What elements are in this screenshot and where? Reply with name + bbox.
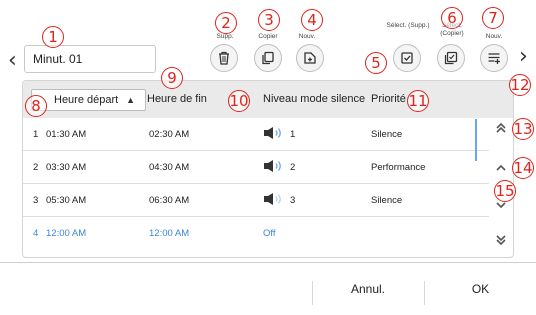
row-level: 3 (290, 195, 296, 206)
ok-button[interactable]: OK (425, 263, 536, 315)
speaker-icon (263, 192, 285, 209)
row-end-time: 04:30 AM (149, 162, 190, 173)
chevron-right-icon[interactable]: › (519, 46, 528, 68)
add-list-icon (488, 53, 500, 64)
new-label: Nouv. (298, 33, 316, 40)
table-header: Heure départ ▲ Heure de fin Niveau mode … (23, 81, 513, 118)
double-down-icon[interactable] (491, 233, 511, 253)
annotation-marker-4: 4 (301, 9, 323, 31)
copy-button[interactable] (254, 44, 282, 72)
row-level: 2 (290, 162, 296, 173)
select-delete-icon (401, 52, 413, 64)
copy-label: Copier (258, 33, 278, 40)
chevron-left-icon[interactable]: ‹ (8, 50, 17, 72)
row-priority: Silence (371, 195, 403, 206)
double-up-icon[interactable] (491, 121, 511, 141)
annotation-marker-5: 5 (365, 52, 387, 74)
cancel-button[interactable]: Annul. (313, 263, 423, 315)
row-level: Off (263, 228, 276, 239)
scroll-indicator[interactable] (475, 119, 477, 161)
row-number: 1 (33, 129, 39, 140)
speaker-icon (263, 159, 285, 176)
add-label: Nouv. (485, 33, 503, 40)
annotation-marker-1: 1 (42, 26, 64, 48)
table-row[interactable]: 3 05:30 AM 06:30 AM 3 Silence (23, 184, 489, 217)
new-button[interactable] (296, 44, 324, 72)
annotation-marker-7: 7 (482, 7, 504, 29)
row-priority: Silence (371, 129, 403, 140)
annotation-marker-12: 12 (509, 74, 531, 96)
column-level-label: Niveau mode silence (263, 93, 366, 105)
row-number: 2 (33, 162, 39, 173)
sort-up-icon: ▲ (126, 95, 135, 105)
timer-name-field[interactable]: Minut. 01 (24, 45, 156, 73)
row-level: 1 (290, 129, 296, 140)
annotation-marker-13: 13 (512, 118, 534, 140)
footer-bar: Annul. OK (0, 262, 536, 315)
row-end-time: 06:30 AM (149, 195, 190, 206)
row-start-time: 05:30 AM (46, 195, 87, 206)
select-copy-button[interactable] (437, 44, 465, 72)
row-start-time: 01:30 AM (46, 129, 87, 140)
column-start-label: Heure départ (54, 94, 119, 106)
annotation-marker-14: 14 (512, 157, 534, 179)
annotation-marker-8: 8 (25, 95, 47, 117)
annotation-marker-6: 6 (441, 7, 463, 29)
table-row[interactable]: 4 12:00 AM 12:00 AM Off (23, 217, 489, 250)
annotation-marker-11: 11 (407, 90, 429, 112)
copy-icon (262, 51, 274, 65)
row-number: 3 (33, 195, 39, 206)
annotation-marker-3: 3 (258, 9, 280, 31)
column-priority-label: Priorité (371, 93, 406, 105)
annotation-marker-9: 9 (161, 67, 183, 89)
annotation-marker-10: 10 (228, 90, 250, 112)
sort-start-button[interactable]: Heure départ ▲ (31, 89, 146, 111)
up-icon[interactable] (491, 161, 511, 181)
row-end-time: 12:00 AM (149, 228, 190, 239)
table-row[interactable]: 2 03:30 AM 04:30 AM 2 Performance (23, 151, 489, 184)
row-start-time: 12:00 AM (46, 228, 87, 239)
column-end-label: Heure de fin (147, 93, 207, 105)
table-row[interactable]: 1 01:30 AM 02:30 AM 1 Silence (23, 118, 489, 151)
row-number: 4 (33, 228, 39, 239)
row-end-time: 02:30 AM (149, 129, 190, 140)
delete-label: Supp. (216, 33, 234, 40)
row-priority: Performance (371, 162, 426, 173)
select-copy-icon (444, 51, 458, 65)
schedule-table: Heure départ ▲ Heure de fin Niveau mode … (22, 80, 514, 258)
select-delete-button[interactable] (393, 44, 421, 72)
speaker-icon (263, 126, 285, 143)
add-button[interactable] (480, 44, 508, 72)
add-file-icon (304, 52, 316, 64)
select-delete-label: Sélect. (Supp.) (386, 22, 430, 29)
row-start-time: 03:30 AM (46, 162, 87, 173)
annotation-marker-15: 15 (494, 180, 516, 202)
trash-icon (219, 51, 229, 65)
delete-button[interactable] (210, 44, 238, 72)
annotation-marker-2: 2 (215, 12, 237, 34)
